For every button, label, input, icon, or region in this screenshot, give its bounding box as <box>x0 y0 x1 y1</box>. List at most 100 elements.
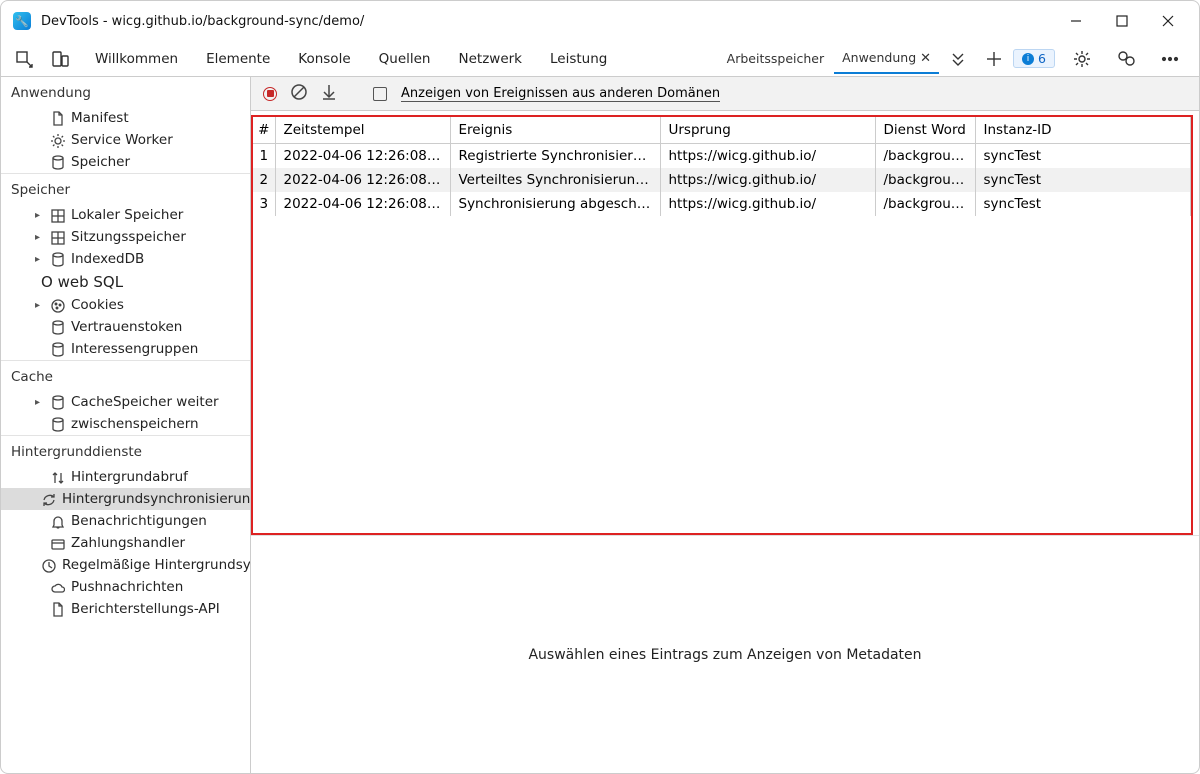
sidebar-item-cachespeicher-weiter[interactable]: ▸CacheSpeicher weiter <box>1 391 250 413</box>
sidebar: Anwendung Manifest Service Worker Speicher… <box>1 77 251 773</box>
settings-button[interactable] <box>1065 44 1099 74</box>
cell-ev: Verteiltes Synchronisierungsereignis <box>450 168 660 192</box>
sidebar-item-label: Pushnachrichten <box>71 579 183 595</box>
card-icon <box>49 535 65 551</box>
col-event[interactable]: Ereignis <box>450 117 660 144</box>
chevron-icon: ▸ <box>35 254 43 265</box>
events-table-wrap: # Zeitstempel Ereignis Ursprung Dienst W… <box>251 115 1193 535</box>
sidebar-item-label: CacheSpeicher weiter <box>71 394 219 410</box>
cell-or: https://wicg.github.io/ <box>660 192 875 216</box>
sidebar-item-sitzungsspeicher[interactable]: ▸ Sitzungsspeicher <box>1 226 250 248</box>
sidebar-item-vertrauenstoken[interactable]: Vertrauenstoken <box>1 316 250 338</box>
main-tabs: Willkommen Elemente Konsole Quellen Netz… <box>83 45 619 73</box>
col-instance[interactable]: Instanz-ID <box>975 117 1191 144</box>
sidebar-item-zwischenspeichern[interactable]: zwischenspeichern <box>1 413 250 435</box>
clock-icon <box>41 557 56 573</box>
inspect-button[interactable] <box>7 44 41 74</box>
sidebar-item-interessengruppen[interactable]: Interessengruppen <box>1 338 250 360</box>
cell-sw: /backgroun... <box>875 168 975 192</box>
col-timestamp[interactable]: Zeitstempel <box>275 117 450 144</box>
sidebar-item-zahlungshandler[interactable]: Zahlungshandler <box>1 532 250 554</box>
sidebar-item-label: Hintergrundsynchronisierung <box>62 491 251 507</box>
table-row[interactable]: 32022-04-06 12:26:08.0...Synchronisierun… <box>253 192 1191 216</box>
col-origin[interactable]: Ursprung <box>660 117 875 144</box>
control-bar: Anzeigen von Ereignissen aus anderen Dom… <box>251 77 1199 111</box>
sidebar-item-cookies[interactable]: ▸Cookies <box>1 294 250 316</box>
sidebar-item-regelmäßige-hintergrundsynchronisierung[interactable]: Regelmäßige Hintergrundsynchronisierung <box>1 554 250 576</box>
sidebar-item-label: Sitzungsspeicher <box>71 229 186 245</box>
cell-n: 1 <box>253 144 275 169</box>
minimize-button[interactable] <box>1053 5 1099 37</box>
toolbar: Willkommen Elemente Konsole Quellen Netz… <box>1 41 1199 77</box>
bell-icon <box>49 513 65 529</box>
section-application: Anwendung <box>1 77 250 107</box>
events-table: # Zeitstempel Ereignis Ursprung Dienst W… <box>253 117 1191 216</box>
sidebar-item-o-web-sql[interactable]: O web SQL <box>1 270 250 294</box>
sync-icon <box>41 491 56 507</box>
sidebar-item-label: Benachrichtigungen <box>71 513 207 529</box>
download-button[interactable] <box>321 84 337 104</box>
cell-n: 3 <box>253 192 275 216</box>
cell-or: https://wicg.github.io/ <box>660 144 875 169</box>
table-row[interactable]: 12022-04-06 12:26:08.0...Registrierte Sy… <box>253 144 1191 169</box>
sidebar-item-hintergrundsynchronisierung[interactable]: Hintergrundsynchronisierung <box>1 488 250 510</box>
sidebar-item-label: zwischenspeichern <box>71 416 199 432</box>
titlebar: 🔧 DevTools - wicg.github.io/background-s… <box>1 1 1199 41</box>
menu-button[interactable] <box>1153 44 1187 74</box>
sidebar-item-label: Lokaler Speicher <box>71 207 183 223</box>
sidebar-item-label: Berichterstellungs-API <box>71 601 220 617</box>
sidebar-item-label: Service Worker <box>71 132 173 148</box>
sidebar-item-indexeddb[interactable]: ▸ IndexedDB <box>1 248 250 270</box>
device-button[interactable] <box>43 44 77 74</box>
db-icon <box>49 416 65 432</box>
record-button[interactable] <box>263 87 277 101</box>
tab-console[interactable]: Konsole <box>286 45 362 73</box>
sidebar-item-manifest[interactable]: Manifest <box>1 107 250 129</box>
db-icon <box>49 154 65 170</box>
tab-sources[interactable]: Quellen <box>367 45 443 73</box>
clear-button[interactable] <box>291 84 307 104</box>
sidebar-item-speicher[interactable]: Speicher <box>1 151 250 173</box>
table-row[interactable]: 22022-04-06 12:26:08.0...Verteiltes Sync… <box>253 168 1191 192</box>
tab-application[interactable]: Anwendung✕ <box>834 44 939 74</box>
sidebar-item-label: IndexedDB <box>71 251 144 267</box>
col-num[interactable]: # <box>253 117 275 144</box>
cell-id: syncTest <box>975 168 1191 192</box>
db-icon <box>49 319 65 335</box>
other-domains-label: Anzeigen von Ereignissen aus anderen Dom… <box>401 86 720 102</box>
app-icon: 🔧 <box>13 12 31 30</box>
sidebar-item-hintergrundabruf[interactable]: Hintergrundabruf <box>1 466 250 488</box>
chevron-icon: ▸ <box>35 232 43 243</box>
close-icon[interactable]: ✕ <box>920 51 931 66</box>
sidebar-item-benachrichtigungen[interactable]: Benachrichtigungen <box>1 510 250 532</box>
section-background: Hintergrunddienste <box>1 435 250 466</box>
sidebar-item-lokaler-speicher[interactable]: ▸Lokaler Speicher <box>1 204 250 226</box>
tab-memory[interactable]: Arbeitsspeicher <box>719 45 832 72</box>
section-storage: Speicher <box>1 173 250 204</box>
issues-badge[interactable]: i6 <box>1013 49 1055 68</box>
tab-welcome[interactable]: Willkommen <box>83 45 190 73</box>
cell-n: 2 <box>253 168 275 192</box>
col-sw[interactable]: Dienst Word <box>875 117 975 144</box>
tab-network[interactable]: Netzwerk <box>447 45 535 73</box>
cookie-icon <box>49 297 65 313</box>
more-tabs-button[interactable] <box>941 44 975 74</box>
sidebar-item-berichterstellungs-api[interactable]: Berichterstellungs-API <box>1 598 250 620</box>
cell-ev: Registrierte Synchronisierung <box>450 144 660 169</box>
chevron-icon: ▸ <box>35 300 43 311</box>
db-icon <box>49 251 65 267</box>
detail-pane: Auswählen eines Eintrags zum Anzeigen vo… <box>251 535 1199 773</box>
tab-performance[interactable]: Leistung <box>538 45 619 73</box>
sidebar-item-label: Manifest <box>71 110 129 126</box>
maximize-button[interactable] <box>1099 5 1145 37</box>
add-tab-button[interactable] <box>977 44 1011 74</box>
close-button[interactable] <box>1145 5 1191 37</box>
file-icon <box>49 110 65 126</box>
file-icon <box>49 601 65 617</box>
other-domains-checkbox[interactable] <box>373 87 387 101</box>
feedback-button[interactable] <box>1109 44 1143 74</box>
tab-elements[interactable]: Elemente <box>194 45 282 73</box>
sidebar-item-service-worker[interactable]: Service Worker <box>1 129 250 151</box>
sidebar-item-label: Regelmäßige Hintergrundsynchronisierung <box>62 557 251 573</box>
sidebar-item-pushnachrichten[interactable]: Pushnachrichten <box>1 576 250 598</box>
